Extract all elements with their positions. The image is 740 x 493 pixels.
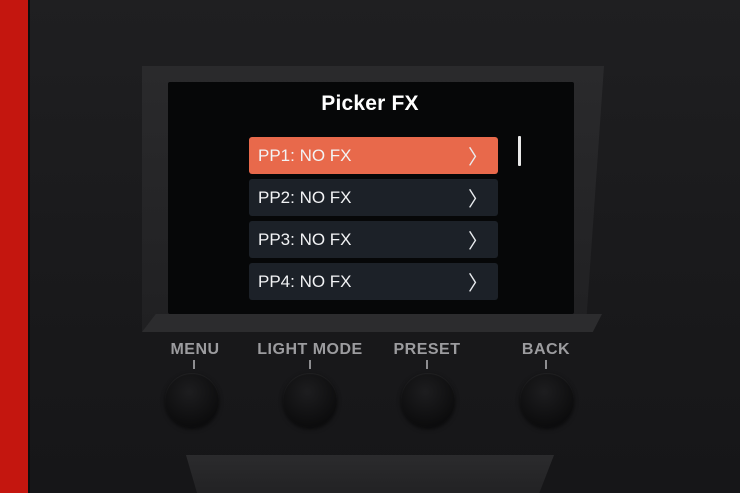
- back-button[interactable]: [520, 373, 574, 427]
- chevron-right-icon: 〉: [468, 231, 488, 253]
- back-button-label: BACK: [521, 341, 571, 358]
- preset-button-tick: [426, 360, 428, 369]
- fx-list-item-label: PP3: NO FX: [258, 229, 352, 249]
- chevron-right-icon: 〉: [468, 189, 488, 211]
- bottom-recess: [186, 455, 554, 493]
- fx-list-item-label: PP2: NO FX: [258, 187, 352, 207]
- fx-list-item-pp3[interactable]: PP3: NO FX 〉: [249, 221, 498, 258]
- scrollbar-thumb[interactable]: [518, 136, 521, 166]
- chevron-right-icon: 〉: [468, 147, 488, 169]
- fx-list-item-pp2[interactable]: PP2: NO FX 〉: [249, 179, 498, 216]
- light-mode-button-tick: [309, 360, 311, 369]
- menu-button[interactable]: [165, 373, 219, 427]
- screen-bezel-lip: [142, 314, 602, 332]
- fx-list-item-label: PP1: NO FX: [258, 145, 352, 165]
- chevron-right-icon: 〉: [468, 273, 488, 295]
- fx-list-item-pp1[interactable]: PP1: NO FX 〉: [249, 137, 498, 174]
- light-mode-button-label: LIGHT MODE: [257, 341, 363, 358]
- back-button-tick: [545, 360, 547, 369]
- preset-button-label: PRESET: [393, 341, 461, 358]
- preset-button[interactable]: [401, 373, 455, 427]
- menu-button-label: MENU: [170, 341, 220, 358]
- screen-title: Picker FX: [321, 92, 419, 115]
- fx-list-item-label: PP4: NO FX: [258, 271, 352, 291]
- fx-list-item-pp4[interactable]: PP4: NO FX 〉: [249, 263, 498, 300]
- light-mode-button[interactable]: [283, 373, 337, 427]
- menu-button-tick: [193, 360, 195, 369]
